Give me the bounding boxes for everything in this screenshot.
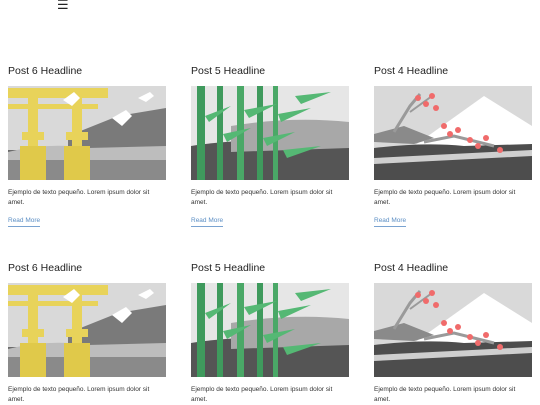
- torii-gate-image: [8, 283, 166, 377]
- torii-gate-image: [8, 86, 166, 180]
- post-card: Post 5 Headline Ejemplo de texto pequeño…: [191, 64, 349, 227]
- plum-blossom-mountain-image: [374, 86, 532, 180]
- read-more-link[interactable]: Read More: [8, 216, 41, 227]
- post-excerpt: Ejemplo de texto pequeño. Lorem ipsum do…: [374, 386, 516, 403]
- read-more-link[interactable]: Read More: [191, 216, 224, 227]
- post-headline: Post 6 Headline: [8, 262, 83, 274]
- post-headline: Post 5 Headline: [191, 65, 266, 77]
- post-card: Post 4 Headline Ejemplo de texto pequeño…: [374, 64, 532, 227]
- post-headline: Post 5 Headline: [191, 262, 266, 274]
- post-excerpt: Ejemplo de texto pequeño. Lorem ipsum do…: [374, 189, 516, 206]
- read-more-link[interactable]: Read More: [374, 216, 407, 227]
- post-headline: Post 6 Headline: [8, 65, 83, 77]
- bamboo-image: [191, 283, 349, 377]
- post-headline: Post 4 Headline: [374, 65, 449, 77]
- post-card: Post 6 Headline Ejemplo de texto pequeño…: [8, 261, 166, 403]
- post-excerpt: Ejemplo de texto pequeño. Lorem ipsum do…: [191, 386, 333, 403]
- post-excerpt: Ejemplo de texto pequeño. Lorem ipsum do…: [8, 386, 150, 403]
- post-excerpt: Ejemplo de texto pequeño. Lorem ipsum do…: [8, 189, 150, 206]
- post-card: Post 4 Headline Ejemplo de texto pequeño…: [374, 261, 532, 403]
- bamboo-image: [191, 86, 349, 180]
- post-headline: Post 4 Headline: [374, 262, 449, 274]
- hamburger-menu-icon[interactable]: ☰: [57, 0, 69, 12]
- plum-blossom-mountain-image: [374, 283, 532, 377]
- post-card: Post 6 Headline Ejemplo de texto pequeño…: [8, 64, 166, 227]
- post-card: Post 5 Headline Ejemplo de texto pequeño…: [191, 261, 349, 403]
- post-excerpt: Ejemplo de texto pequeño. Lorem ipsum do…: [191, 189, 333, 206]
